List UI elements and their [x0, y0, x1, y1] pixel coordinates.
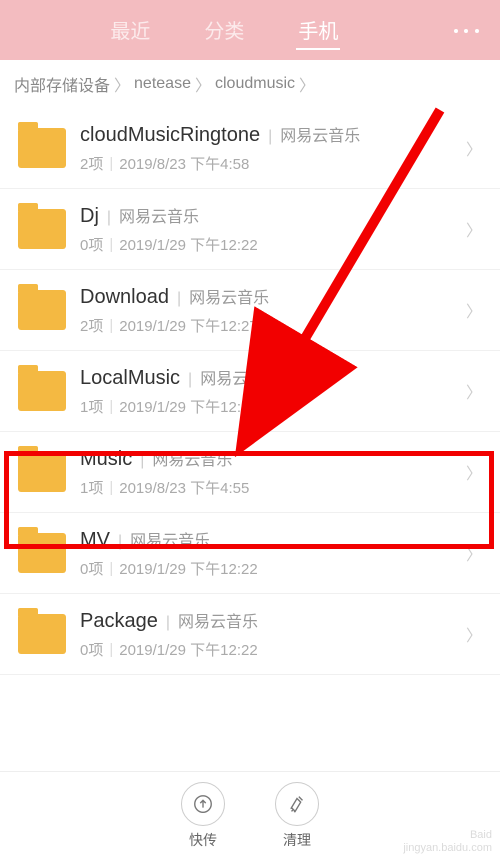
chevron-right-icon: 〉	[114, 72, 130, 96]
separator: |	[109, 155, 113, 172]
app-header: 最近 分类 手机	[0, 0, 500, 60]
folder-count: 1项	[80, 396, 103, 417]
chevron-right-icon: 〉	[299, 72, 315, 96]
chevron-right-icon: 〉	[466, 460, 482, 484]
separator: |	[166, 614, 170, 632]
more-menu-button[interactable]	[441, 16, 492, 44]
folder-info: LocalMusic | 网易云音乐 1项 | 2019/1/29 下午12:2…	[80, 365, 466, 417]
folder-item[interactable]: Download | 网易云音乐 2项 | 2019/1/29 下午12:27 …	[0, 270, 500, 351]
folder-tag: 网易云音乐	[280, 122, 360, 146]
clean-button[interactable]: 清理	[275, 782, 319, 850]
separator: |	[140, 452, 144, 470]
folder-time: 2019/8/23 下午4:58	[119, 153, 249, 174]
separator: |	[109, 479, 113, 496]
folder-item[interactable]: Dj | 网易云音乐 0项 | 2019/1/29 下午12:22 〉	[0, 189, 500, 270]
chevron-right-icon: 〉	[466, 136, 482, 160]
folder-icon	[18, 371, 66, 411]
folder-info: MV | 网易云音乐 0项 | 2019/1/29 下午12:22	[80, 527, 466, 579]
separator: |	[107, 209, 111, 227]
chevron-right-icon: 〉	[466, 379, 482, 403]
folder-name: MV	[80, 529, 110, 552]
separator: |	[177, 290, 181, 308]
folder-time: 2019/1/29 下午12:22	[119, 558, 257, 579]
folder-tag: 网易云音乐	[130, 527, 210, 551]
folder-list: cloudMusicRingtone | 网易云音乐 2项 | 2019/8/2…	[0, 108, 500, 675]
separator: |	[118, 533, 122, 551]
folder-count: 0项	[80, 234, 103, 255]
chevron-right-icon: 〉	[466, 541, 482, 565]
folder-info: Package | 网易云音乐 0项 | 2019/1/29 下午12:22	[80, 608, 466, 660]
folder-info: Music | 网易云音乐 1项 | 2019/8/23 下午4:55	[80, 446, 466, 498]
dots-icon	[475, 29, 479, 33]
separator: |	[109, 317, 113, 334]
header-tabs: 最近 分类 手机	[8, 11, 441, 50]
separator: |	[109, 560, 113, 577]
transfer-label: 快传	[189, 830, 217, 850]
folder-name: cloudMusicRingtone	[80, 124, 260, 147]
folder-icon	[18, 533, 66, 573]
folder-time: 2019/1/29 下午12:22	[119, 234, 257, 255]
chevron-right-icon: 〉	[466, 298, 482, 322]
quick-transfer-button[interactable]: 快传	[181, 782, 225, 850]
folder-time: 2019/1/29 下午12:22	[119, 639, 257, 660]
folder-icon	[18, 290, 66, 330]
folder-info: Dj | 网易云音乐 0项 | 2019/1/29 下午12:22	[80, 203, 466, 255]
folder-item[interactable]: MV | 网易云音乐 0项 | 2019/1/29 下午12:22 〉	[0, 513, 500, 594]
folder-name: LocalMusic	[80, 367, 180, 390]
folder-icon	[18, 128, 66, 168]
folder-name: Music	[80, 448, 132, 471]
folder-item[interactable]: Package | 网易云音乐 0项 | 2019/1/29 下午12:22 〉	[0, 594, 500, 675]
breadcrumb-segment[interactable]: netease	[134, 75, 191, 93]
chevron-right-icon: 〉	[466, 622, 482, 646]
chevron-right-icon: 〉	[195, 72, 211, 96]
tab-0[interactable]: 最近	[108, 11, 152, 50]
breadcrumb[interactable]: 内部存储设备〉netease〉cloudmusic〉	[0, 60, 500, 108]
breadcrumb-segment[interactable]: cloudmusic	[215, 75, 295, 93]
folder-count: 0项	[80, 639, 103, 660]
separator: |	[188, 371, 192, 389]
folder-tag: 网易云音乐	[189, 284, 269, 308]
dots-icon	[454, 29, 458, 33]
folder-time: 2019/1/29 下午12:27	[119, 315, 257, 336]
separator: |	[109, 641, 113, 658]
separator: |	[268, 128, 272, 146]
folder-name: Download	[80, 286, 169, 309]
separator: |	[109, 398, 113, 415]
folder-tag: 网易云音乐	[119, 203, 199, 227]
folder-icon	[18, 614, 66, 654]
folder-item[interactable]: LocalMusic | 网易云音乐 1项 | 2019/1/29 下午12:2…	[0, 351, 500, 432]
tab-2[interactable]: 手机	[296, 11, 340, 50]
folder-icon	[18, 452, 66, 492]
folder-count: 2项	[80, 315, 103, 336]
clean-label: 清理	[283, 830, 311, 850]
chevron-right-icon: 〉	[466, 217, 482, 241]
folder-item[interactable]: cloudMusicRingtone | 网易云音乐 2项 | 2019/8/2…	[0, 108, 500, 189]
folder-name: Package	[80, 610, 158, 633]
separator: |	[109, 236, 113, 253]
watermark: Baid jingyan.baidu.com	[403, 829, 492, 855]
broom-icon	[275, 782, 319, 826]
folder-info: cloudMusicRingtone | 网易云音乐 2项 | 2019/8/2…	[80, 122, 466, 174]
folder-info: Download | 网易云音乐 2项 | 2019/1/29 下午12:27	[80, 284, 466, 336]
folder-count: 1项	[80, 477, 103, 498]
breadcrumb-segment[interactable]: 内部存储设备	[14, 72, 110, 96]
folder-time: 2019/8/23 下午4:55	[119, 477, 249, 498]
folder-tag: 网易云音乐	[200, 365, 280, 389]
tab-1[interactable]: 分类	[202, 11, 246, 50]
folder-time: 2019/1/29 下午12:22	[119, 396, 257, 417]
folder-tag: 网易云音乐	[152, 446, 232, 470]
folder-icon	[18, 209, 66, 249]
dots-icon	[464, 29, 468, 33]
folder-item[interactable]: Music | 网易云音乐 1项 | 2019/8/23 下午4:55 〉	[0, 432, 500, 513]
folder-count: 2项	[80, 153, 103, 174]
folder-count: 0项	[80, 558, 103, 579]
upload-icon	[181, 782, 225, 826]
folder-tag: 网易云音乐	[178, 608, 258, 632]
folder-name: Dj	[80, 205, 99, 228]
